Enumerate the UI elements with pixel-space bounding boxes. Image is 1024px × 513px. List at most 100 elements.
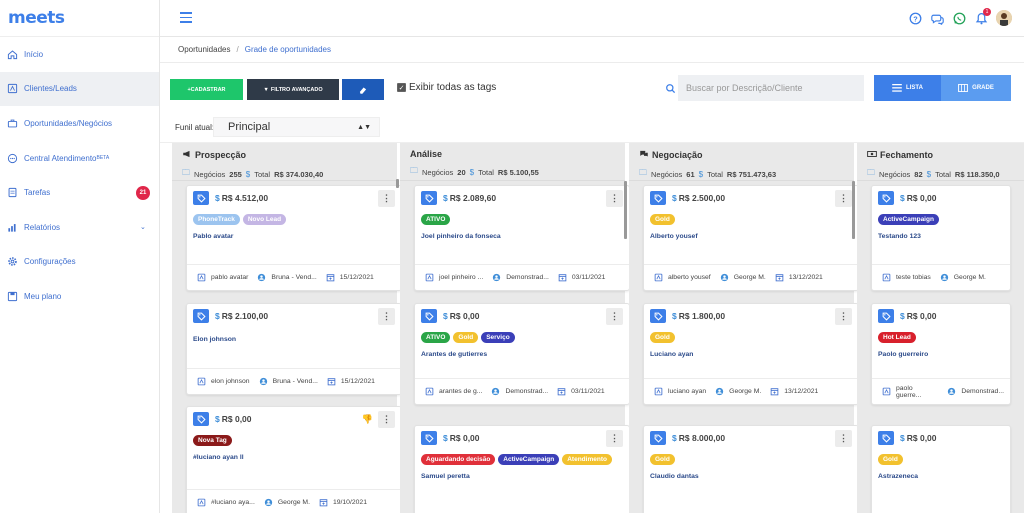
deal-card[interactable]: $ R$ 2.100,00 ⋮ Elon johnson elon johnson …: [186, 303, 402, 395]
column-scrollbar[interactable]: [396, 179, 399, 188]
column-scrollbar[interactable]: [624, 181, 627, 239]
card-menu-button[interactable]: ⋮: [606, 190, 623, 207]
app-logo[interactable]: meets: [0, 0, 159, 37]
dollar-icon: $: [215, 311, 220, 321]
card-menu-button[interactable]: ⋮: [835, 430, 852, 447]
list-view-button[interactable]: LISTA: [874, 75, 941, 101]
sidebar-item[interactable]: Clientes/Leads: [0, 71, 159, 107]
breadcrumb-current: Grade de oportunidades: [244, 45, 332, 54]
deal-name[interactable]: Arantes de gutierres: [415, 343, 629, 358]
deal-card[interactable]: $ R$ 0,00 ⋮ Aguardando decisão ActiveCampai…: [414, 425, 630, 513]
card-menu-button[interactable]: ⋮: [606, 430, 623, 447]
card-menu-button[interactable]: ⋮: [378, 308, 395, 325]
sidebar-item[interactable]: Relatórios ⌄: [0, 210, 159, 245]
deal-card[interactable]: $ R$ 0,00 👎 ⋮ Nova Tag #luciano ayan ll #lu…: [186, 406, 402, 513]
deal-card[interactable]: $ R$ 8.000,00 ⋮ Gold Claudio dantas: [643, 425, 859, 513]
tag-icon[interactable]: [878, 191, 894, 205]
deal-name[interactable]: Samuel peretta: [415, 465, 629, 480]
client-name[interactable]: arantes de g...: [439, 388, 482, 395]
sidebar-item[interactable]: Oportunidades/Negócios: [0, 106, 159, 141]
sidebar-item[interactable]: Central Atendimento BETA: [0, 141, 159, 176]
sidebar: meets Início Clientes/Leads Oportunidades/…: [0, 0, 160, 513]
client-name[interactable]: paolo guerre...: [896, 385, 938, 399]
tag-icon[interactable]: [421, 431, 437, 445]
notifications-bell-icon[interactable]: 1: [974, 8, 991, 25]
thumbs-down-icon[interactable]: 👎: [362, 414, 373, 425]
deal-card[interactable]: $ R$ 1.800,00 ⋮ Gold Luciano ayan luciano a…: [643, 303, 859, 405]
deal-date: 15/12/2021: [339, 274, 374, 281]
clear-filter-button[interactable]: [342, 79, 384, 100]
deal-card[interactable]: $ R$ 0,00 ⋮ ATIVO Gold Serviço Arantes de gut…: [414, 303, 630, 405]
deal-name[interactable]: Pablo avatar: [187, 225, 401, 240]
owner-name: Demonstrad...: [506, 274, 549, 281]
client-name[interactable]: pablo avatar: [211, 274, 248, 281]
tag-icon[interactable]: [193, 412, 209, 426]
tag-icon[interactable]: [193, 309, 209, 323]
tag-list: Nova Tag: [187, 431, 401, 446]
card-menu-button[interactable]: ⋮: [378, 190, 395, 207]
tag-icon[interactable]: [878, 309, 894, 323]
show-all-tags-label: Exibir todas as tags: [409, 82, 497, 93]
client-name[interactable]: luciano ayan: [668, 388, 706, 395]
sidebar-item[interactable]: Configurações: [0, 245, 159, 280]
tag-pill: Hot Lead: [878, 332, 916, 343]
tag-icon[interactable]: [193, 191, 209, 205]
client-name[interactable]: teste tobias: [896, 274, 931, 281]
search-input[interactable]: Buscar por Descrição/Cliente: [678, 75, 864, 101]
deal-value: R$ 0,00: [449, 311, 480, 321]
breadcrumb-separator: /: [236, 45, 239, 54]
tag-icon[interactable]: [650, 431, 666, 445]
toolbar: +CADASTRAR ▼ FILTRO AVANÇADO ✓ Exibir toda…: [160, 63, 1024, 113]
whatsapp-icon[interactable]: [952, 11, 966, 25]
client-name[interactable]: alberto yousef: [668, 274, 711, 281]
user-avatar[interactable]: [996, 10, 1012, 26]
deal-card[interactable]: $ R$ 0,00 Gold Astrazeneca: [871, 425, 1011, 513]
cadastrar-button[interactable]: +CADASTRAR: [170, 79, 243, 100]
client-name[interactable]: elon johnson: [211, 378, 250, 385]
deal-value: R$ 4.512,00: [221, 193, 269, 203]
tag-icon[interactable]: [650, 191, 666, 205]
card-menu-button[interactable]: ⋮: [606, 308, 623, 325]
deal-name[interactable]: #luciano ayan ll: [187, 446, 401, 461]
deal-name[interactable]: Claudio dantas: [644, 465, 858, 480]
pipeline-column: Negociação 🗀 Negócios 61 $ Total R$ 751.473,6…: [629, 143, 859, 513]
sidebar-item[interactable]: Tarefas 21: [0, 175, 159, 210]
calendar-icon: [558, 273, 567, 282]
tag-icon[interactable]: [878, 431, 894, 445]
card-menu-button[interactable]: ⋮: [378, 411, 395, 428]
deal-name[interactable]: Paolo guerreiro: [872, 343, 1010, 358]
deal-name[interactable]: Joel pinheiro da fonseca: [415, 225, 629, 240]
sidebar-item-label: Relatórios: [24, 222, 61, 232]
column-scrollbar[interactable]: [852, 181, 855, 239]
deal-name[interactable]: Astrazeneca: [872, 465, 1010, 480]
show-all-tags-checkbox[interactable]: ✓ Exibir todas as tags: [397, 82, 496, 93]
deal-card[interactable]: $ R$ 4.512,00 ⋮ PhoneTrack Novo Lead Pablo a…: [186, 185, 402, 291]
deal-name[interactable]: Testando 123: [872, 225, 1010, 240]
deal-name[interactable]: Alberto yousef: [644, 225, 858, 240]
client-name[interactable]: joel pinheiro ...: [439, 274, 483, 281]
tag-icon[interactable]: [650, 309, 666, 323]
deal-name[interactable]: Luciano ayan: [644, 343, 858, 358]
deal-card[interactable]: $ R$ 2.089,60 ⋮ ATIVO Joel pinheiro da fons…: [414, 185, 630, 291]
breadcrumb-root[interactable]: Oportunidades: [178, 45, 230, 54]
column-body: $ R$ 2.500,00 ⋮ Gold Alberto yousef alberto…: [629, 181, 859, 513]
deal-value: R$ 0,00: [906, 311, 937, 321]
help-icon[interactable]: ?: [908, 11, 922, 25]
deal-card[interactable]: $ R$ 2.500,00 ⋮ Gold Alberto yousef alberto…: [643, 185, 859, 291]
sidebar-item[interactable]: Início: [0, 37, 159, 72]
card-menu-button[interactable]: ⋮: [835, 308, 852, 325]
tag-icon[interactable]: [421, 309, 437, 323]
menu-toggle-icon[interactable]: [180, 12, 192, 26]
deal-card[interactable]: $ R$ 0,00 Hot Lead Paolo guerreiro paolo g…: [871, 303, 1011, 405]
funnel-select[interactable]: Principal ▲▼: [213, 117, 380, 137]
deal-name[interactable]: Elon johnson: [187, 328, 401, 343]
sidebar-item[interactable]: Meu plano: [0, 279, 159, 314]
deal-card[interactable]: $ R$ 0,00 ActiveCampaign Testando 123 test…: [871, 185, 1011, 291]
grid-view-button[interactable]: GRADE: [941, 75, 1011, 101]
chat-bubbles-icon[interactable]: [930, 11, 944, 25]
tag-icon[interactable]: [421, 191, 437, 205]
card-menu-button[interactable]: ⋮: [835, 190, 852, 207]
client-name[interactable]: #luciano aya...: [211, 499, 255, 506]
chevron-down-icon[interactable]: ⌄: [140, 223, 146, 231]
advanced-filter-button[interactable]: ▼ FILTRO AVANÇADO: [247, 79, 339, 100]
